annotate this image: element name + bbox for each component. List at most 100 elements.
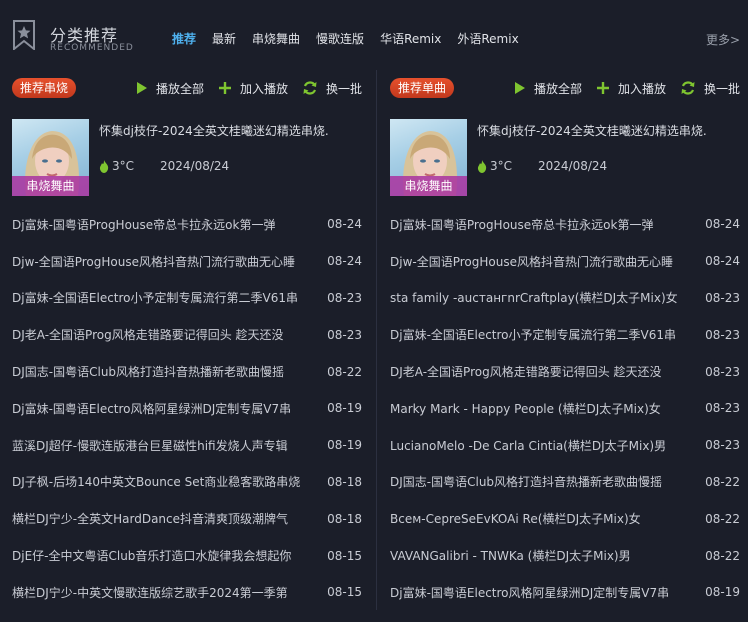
play-all-button[interactable]: 播放全部 (514, 80, 582, 97)
track-date: 08-23 (705, 290, 740, 305)
plus-icon (596, 82, 609, 94)
list-item[interactable]: Marky Mark - Happy People (横栏DJ太子Mix)女 08… (390, 390, 740, 427)
list-item[interactable]: DJ子枫-后场140中英文Bounce Set商业稳客歌路串烧 08-18 (12, 464, 362, 501)
featured-item: 串烧舞曲 怀集dj枝仔-2024全英文桂曦迷幻精选串烧. 3°C 2024/08… (390, 119, 745, 197)
add-to-playlist-button[interactable]: 加入播放 (218, 80, 288, 97)
play-icon (136, 82, 147, 94)
track-name: VAVANGalibri - TNWKa (横栏DJ太子Mix)男 (390, 549, 631, 564)
play-all-label: 播放全部 (155, 81, 204, 96)
list-item[interactable]: Dj富妹-国粤语ProgHouse帝总卡拉永远ok第一弹 08-24 (390, 206, 740, 243)
play-all-label: 播放全部 (533, 81, 582, 96)
add-to-playlist-button[interactable]: 加入播放 (596, 80, 666, 97)
flame-icon (477, 159, 487, 173)
list-item[interactable]: Dj富妹-全国语Electro小予定制专属流行第二季V61串 08-23 (390, 316, 740, 353)
cover-genre-label: 串烧舞曲 (390, 176, 467, 196)
track-date: 08-18 (327, 511, 362, 526)
featured-title[interactable]: 怀集dj枝仔-2024全英文桂曦迷幻精选串烧. (477, 122, 707, 139)
track-date: 08-23 (705, 401, 740, 416)
track-date: 08-15 (327, 548, 362, 563)
tab-foreign-remix[interactable]: 外语Remix (457, 30, 518, 47)
track-name: 横栏DJ宁少-全英文HardDance抖音清爽顶级潮牌气 (12, 512, 289, 527)
list-item[interactable]: Dj富妹-全国语Electro小予定制专属流行第二季V61串 08-23 (12, 280, 362, 317)
list-item[interactable]: DJ老A-全国语Prog风格走错路要记得回头 趁天还没 08-23 (12, 316, 362, 353)
track-name: DJ老A-全国语Prog风格走错路要记得回头 趁天还没 (390, 365, 662, 380)
header-bar: 分类推荐 RECOMMENDED 推荐 最新 串烧舞曲 慢歌连版 华语Remix… (0, 0, 748, 70)
category-tabs: 推荐 最新 串烧舞曲 慢歌连版 华语Remix 外语Remix (172, 30, 535, 47)
refresh-label: 换一批 (703, 81, 740, 96)
track-date: 08-19 (327, 438, 362, 453)
list-item[interactable]: Djw-全国语ProgHouse风格抖音热门流行歌曲无心睡 08-24 (12, 243, 362, 280)
list-item[interactable]: sta family -aucтaнгnrCraftplay(横栏DJ太子Mix… (390, 280, 740, 317)
list-item[interactable]: VAVANGalibri - TNWKa (横栏DJ太子Mix)男 08-22 (390, 537, 740, 574)
tab-latest[interactable]: 最新 (212, 30, 236, 47)
track-list: Dj富妹-国粤语ProgHouse帝总卡拉永远ok第一弹 08-24 Djw-全国… (390, 206, 740, 611)
panel-actions: 播放全部 加入播放 换一批 (122, 78, 362, 98)
featured-title[interactable]: 怀集dj枝仔-2024全英文桂曦迷幻精选串烧. (99, 122, 329, 139)
list-item[interactable]: LucianoMelo -De Carla Cintia(横栏DJ太子Mix)男… (390, 427, 740, 464)
track-name: 横栏DJ宁少-中英文慢歌连版综艺歌手2024第一季第 (12, 585, 288, 600)
featured-meta: 3°C 2024/08/24 (477, 159, 607, 173)
tab-chinese-remix[interactable]: 华语Remix (380, 30, 441, 47)
refresh-batch-button[interactable]: 换一批 (680, 80, 740, 97)
featured-date: 2024/08/24 (538, 159, 608, 173)
track-date: 08-23 (705, 438, 740, 453)
track-name: Dj富妹-国粤语Electro风格阿星绿洲DJ定制专属V7串 (390, 585, 670, 600)
track-date: 08-24 (327, 254, 362, 269)
column-divider (376, 70, 377, 610)
tab-medley-dance[interactable]: 串烧舞曲 (252, 30, 300, 47)
list-item[interactable]: 横栏DJ宁少-中英文慢歌连版综艺歌手2024第一季第 08-15 (12, 574, 362, 611)
panel-header: 推荐单曲 播放全部 加入播放 换一批 (390, 78, 740, 100)
cover-genre-label: 串烧舞曲 (12, 176, 89, 196)
tab-recommend[interactable]: 推荐 (172, 30, 196, 47)
track-date: 08-23 (327, 290, 362, 305)
track-name: sta family -aucтaнгnrCraftplay(横栏DJ太子Mix… (390, 291, 678, 306)
refresh-icon (681, 81, 695, 95)
tab-slow-songs[interactable]: 慢歌连版 (316, 30, 364, 47)
list-item[interactable]: Dj富妹-国粤语ProgHouse帝总卡拉永远ok第一弹 08-24 (12, 206, 362, 243)
track-name: Marky Mark - Happy People (横栏DJ太子Mix)女 (390, 401, 661, 416)
list-item[interactable]: 蓝溪DJ超仔-慢歌连版港台巨星磁性hifi发烧人声专辑 08-19 (12, 427, 362, 464)
track-list: Dj富妹-国粤语ProgHouse帝总卡拉永远ok第一弹 08-24 Djw-全国… (12, 206, 362, 611)
list-item[interactable]: Dj富妹-国粤语Electro风格阿星绿洲DJ定制专属V7串 08-19 (12, 390, 362, 427)
list-item[interactable]: DjE仔-全中文粤语Club音乐打造口水旋律我会想起你 08-15 (12, 537, 362, 574)
add-play-label: 加入播放 (617, 81, 666, 96)
featured-meta: 3°C 2024/08/24 (99, 159, 229, 173)
flame-icon (99, 159, 109, 173)
track-date: 08-24 (705, 254, 740, 269)
refresh-icon (303, 81, 317, 95)
refresh-batch-button[interactable]: 换一批 (302, 80, 362, 97)
section-subtitle: RECOMMENDED (50, 43, 134, 53)
heat-value: 3°C (112, 159, 135, 173)
track-name: DjE仔-全中文粤语Club音乐打造口水旋律我会想起你 (12, 549, 292, 564)
list-item[interactable]: Bceм-CepreSeEvKOAi Re(横栏DJ太子Mix)女 08-22 (390, 500, 740, 537)
track-name: DJ国志-国粤语Club风格打造抖音热播新老歌曲慢摇 (390, 475, 663, 490)
track-date: 08-24 (705, 217, 740, 232)
track-name: 蓝溪DJ超仔-慢歌连版港台巨星磁性hifi发烧人声专辑 (12, 438, 288, 453)
list-item[interactable]: 横栏DJ宁少-全英文HardDance抖音清爽顶级潮牌气 08-18 (12, 500, 362, 537)
list-item[interactable]: Dj富妹-国粤语Electro风格阿星绿洲DJ定制专属V7串 08-19 (390, 574, 740, 611)
bookmark-star-icon (13, 20, 35, 50)
list-item[interactable]: DJ国志-国粤语Club风格打造抖音热播新老歌曲慢摇 08-22 (12, 353, 362, 390)
more-link[interactable]: 更多> (706, 31, 740, 48)
track-date: 08-15 (327, 585, 362, 600)
track-name: Bceм-CepreSeEvKOAi Re(横栏DJ太子Mix)女 (390, 512, 641, 527)
list-item[interactable]: DJ国志-国粤语Club风格打造抖音热播新老歌曲慢摇 08-22 (390, 464, 740, 501)
list-item[interactable]: DJ老A-全国语Prog风格走错路要记得回头 趁天还没 08-23 (390, 353, 740, 390)
cover-image[interactable]: 串烧舞曲 (390, 119, 467, 196)
list-item[interactable]: Djw-全国语ProgHouse风格抖音热门流行歌曲无心睡 08-24 (390, 243, 740, 280)
track-date: 08-23 (705, 327, 740, 342)
refresh-label: 换一批 (325, 81, 362, 96)
track-name: Dj富妹-全国语Electro小予定制专属流行第二季V61串 (12, 291, 298, 306)
track-name: DJ子枫-后场140中英文Bounce Set商业稳客歌路串烧 (12, 475, 301, 490)
cover-image[interactable]: 串烧舞曲 (12, 119, 89, 196)
track-name: Dj富妹-国粤语ProgHouse帝总卡拉永远ok第一弹 (390, 217, 654, 232)
recommended-medley-panel: 推荐串烧 播放全部 加入播放 换一批 串烧舞曲 怀集dj枝仔-2024全英文桂曦… (0, 70, 372, 610)
track-name: LucianoMelo -De Carla Cintia(横栏DJ太子Mix)男 (390, 438, 667, 453)
add-play-label: 加入播放 (239, 81, 288, 96)
track-name: DJ老A-全国语Prog风格走错路要记得回头 趁天还没 (12, 328, 284, 343)
featured-item: 串烧舞曲 怀集dj枝仔-2024全英文桂曦迷幻精选串烧. 3°C 2024/08… (12, 119, 367, 197)
play-all-button[interactable]: 播放全部 (136, 80, 204, 97)
panel-badge: 推荐单曲 (390, 78, 455, 98)
track-date: 08-23 (327, 327, 362, 342)
panel-badge: 推荐串烧 (12, 78, 77, 98)
